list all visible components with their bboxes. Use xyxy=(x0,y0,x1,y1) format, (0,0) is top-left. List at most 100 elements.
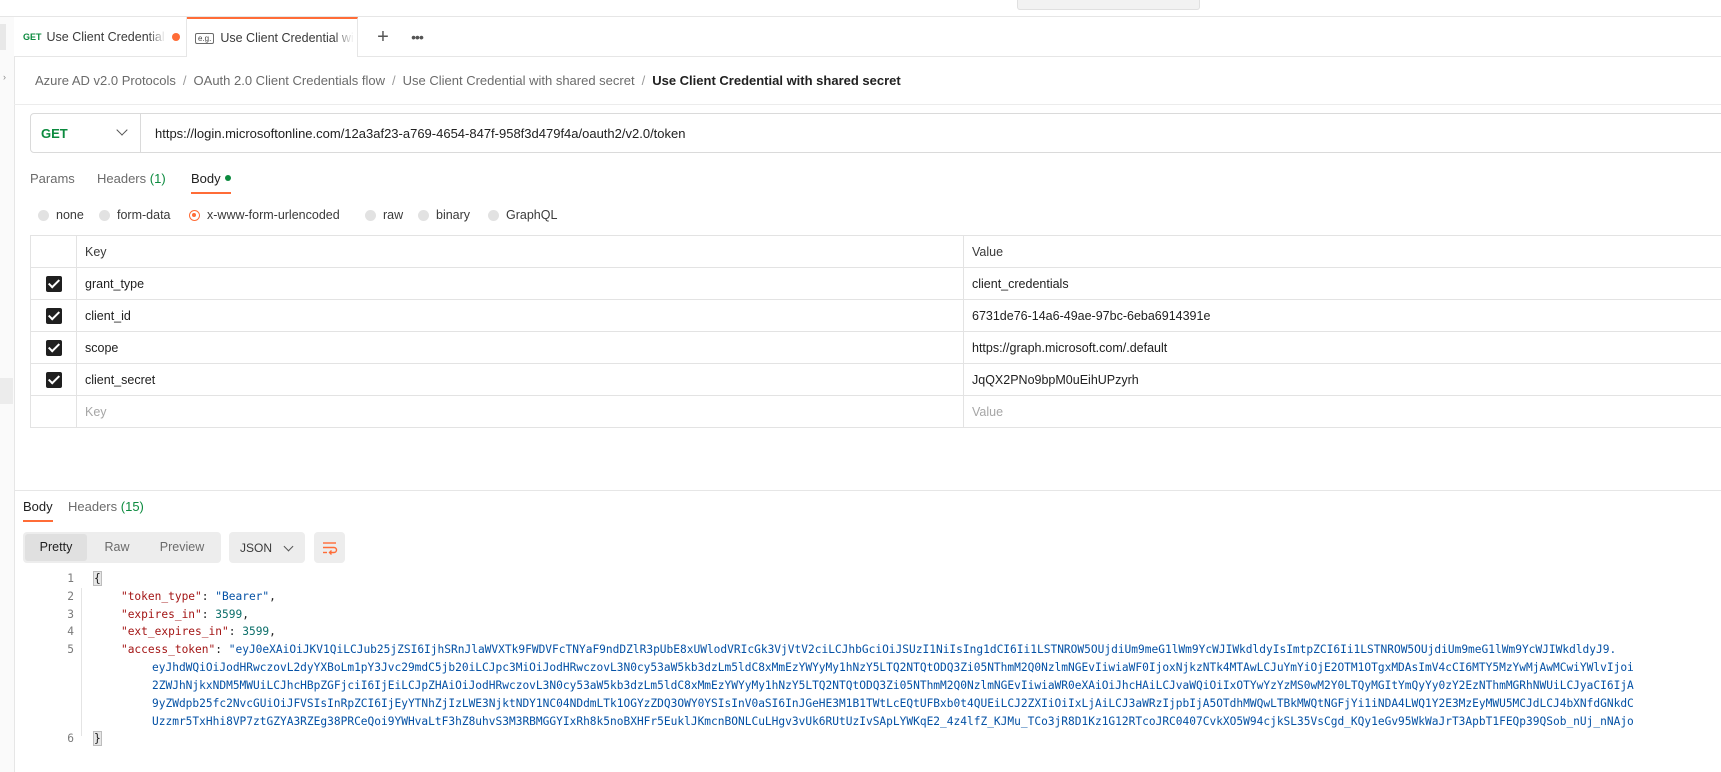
line-number: 1 xyxy=(67,572,74,585)
body-params-table: Key Value grant_type client_credentials … xyxy=(30,235,1721,428)
radio-label: form-data xyxy=(117,208,171,222)
param-key[interactable]: scope xyxy=(76,331,964,364)
breadcrumb-separator: / xyxy=(641,73,646,88)
global-search-box[interactable] xyxy=(1017,0,1200,10)
checkbox[interactable] xyxy=(45,307,62,324)
tab-headers-label: Headers xyxy=(97,171,147,186)
radio-selected-icon xyxy=(189,209,200,221)
tab-params[interactable]: Params xyxy=(30,171,75,186)
row-checkbox-cell xyxy=(30,395,77,428)
table-header-value: Value xyxy=(963,235,1721,268)
param-key[interactable]: client_secret xyxy=(76,363,964,396)
param-value[interactable]: JqQX2PNo9bpM0uEihUPzyrh xyxy=(963,363,1721,396)
format-preview-button[interactable]: Preview xyxy=(148,532,216,563)
radio-icon xyxy=(488,209,499,221)
code-line: "expires_in": 3599, xyxy=(120,608,249,621)
radio-raw[interactable]: raw xyxy=(365,208,403,222)
json-string: "Bearer" xyxy=(215,590,270,603)
line-number: 6 xyxy=(67,732,74,745)
breadcrumb-item-collection[interactable]: Azure AD v2.0 Protocols xyxy=(35,73,176,88)
code-line: "access_token": "eyJ0eXAiOiJKV1QiLCJub25… xyxy=(120,643,1617,656)
table-row: client_id 6731de76-14a6-49ae-97bc-6eba69… xyxy=(30,299,1721,332)
tab-request-example[interactable]: e.g. Use Client Credential with shared s… xyxy=(187,17,358,57)
tab-headers[interactable]: Headers (1) xyxy=(97,171,166,186)
param-value[interactable]: client_credentials xyxy=(963,267,1721,300)
new-value-input[interactable]: Value xyxy=(963,395,1721,428)
tab-response-headers-count: (15) xyxy=(120,499,144,514)
new-tab-button[interactable]: + xyxy=(370,24,396,50)
radio-label: raw xyxy=(383,208,404,222)
code-line: { xyxy=(93,571,102,586)
sidebar-collapsed-tab[interactable] xyxy=(0,24,6,50)
top-bar xyxy=(0,0,1721,17)
param-key[interactable]: grant_type xyxy=(76,267,964,300)
tab-body-label: Body xyxy=(191,171,221,186)
checkbox[interactable] xyxy=(45,275,62,292)
json-string-wrapped: eyJhdWQiOiJodHRwczovL2dyYXBoLm1pY3Jvc29m… xyxy=(152,661,1634,674)
new-key-input[interactable]: Key xyxy=(76,395,964,428)
row-checkbox-cell xyxy=(30,331,77,364)
more-tabs-icon[interactable]: ••• xyxy=(404,24,430,50)
wrap-lines-button[interactable] xyxy=(314,532,345,563)
url-input[interactable]: https://login.microsoftonline.com/12a3af… xyxy=(155,126,685,141)
code-line: "token_type": "Bearer", xyxy=(120,590,276,603)
radio-icon xyxy=(99,209,110,221)
format-raw-button[interactable]: Raw xyxy=(94,532,140,563)
json-number: 3599 xyxy=(242,625,270,638)
language-select[interactable]: JSON xyxy=(229,532,305,563)
radio-form-data[interactable]: form-data xyxy=(99,208,171,222)
unsaved-changes-icon xyxy=(171,32,180,41)
radio-x-www-form-urlencoded[interactable]: x-www-form-urlencoded xyxy=(189,208,340,222)
checkbox[interactable] xyxy=(45,371,62,388)
line-number: 2 xyxy=(67,590,74,603)
tab-params-label: Params xyxy=(30,171,75,186)
body-has-content-icon xyxy=(224,174,231,181)
tab-response-headers-label: Headers xyxy=(68,499,118,514)
sidebar-pin-icon[interactable]: › xyxy=(3,72,6,82)
radio-binary[interactable]: binary xyxy=(418,208,470,222)
tab-label: Use Client Credential with shared secret xyxy=(46,29,166,44)
json-number: 3599 xyxy=(215,608,243,621)
json-string: "eyJ0eXAiOiJKV1QiLCJub25jZSI6IjhSRnJlaWV… xyxy=(228,643,1617,656)
code-line: "ext_expires_in": 3599, xyxy=(120,625,276,638)
tab-response-body[interactable]: Body xyxy=(23,499,53,514)
tab-method-badge: GET xyxy=(23,31,42,42)
table-header-key: Key xyxy=(76,235,964,268)
param-value[interactable]: 6731de76-14a6-49ae-97bc-6eba6914391e xyxy=(963,299,1721,332)
response-body-editor[interactable]: 1 2 3 4 5 6 { "token_type": "Bearer", "e… xyxy=(14,571,1721,772)
table-row: grant_type client_credentials xyxy=(30,267,1721,300)
chevron-down-icon xyxy=(283,541,294,552)
breadcrumb-separator: / xyxy=(182,73,187,88)
sidebar-scroll-marker xyxy=(0,378,13,404)
radio-label: x-www-form-urlencoded xyxy=(207,208,340,222)
line-number: 3 xyxy=(67,608,74,621)
method-select[interactable]: GET xyxy=(30,113,141,153)
table-header-check xyxy=(30,235,77,268)
json-string-wrapped: 2ZWJhNjkxNDM5MWUiLCJhcHBpZGFjciI6IjEiLCJ… xyxy=(152,679,1634,692)
json-string-wrapped: 9yZWdpb25fc2NvcGUiOiJFVSIsInRpZCI6IjEyYT… xyxy=(152,697,1634,710)
breadcrumb-current-example[interactable]: Use Client Credential with shared secret xyxy=(652,73,901,88)
breadcrumb-item-folder[interactable]: OAuth 2.0 Client Credentials flow xyxy=(194,73,385,88)
wrap-lines-icon xyxy=(323,542,338,555)
param-key[interactable]: client_id xyxy=(76,299,964,332)
breadcrumb-item-request[interactable]: Use Client Credential with shared secret xyxy=(403,73,635,88)
table-row: client_secret JqQX2PNo9bpM0uEihUPzyrh xyxy=(30,363,1721,396)
radio-graphql[interactable]: GraphQL xyxy=(488,208,557,222)
radio-label: none xyxy=(56,208,84,222)
tab-request-get[interactable]: GET Use Client Credential with shared se… xyxy=(14,17,187,56)
tab-label: Use Client Credential with shared secret xyxy=(220,31,354,45)
format-pretty-button[interactable]: Pretty xyxy=(25,534,87,561)
checkbox[interactable] xyxy=(45,339,62,356)
radio-label: GraphQL xyxy=(506,208,558,222)
response-divider[interactable] xyxy=(14,490,1721,491)
tab-response-headers[interactable]: Headers (15) xyxy=(68,499,144,514)
header-divider xyxy=(14,104,1721,105)
json-key: "expires_in" xyxy=(120,608,202,621)
radio-none[interactable]: none xyxy=(38,208,84,222)
json-key: "ext_expires_in" xyxy=(120,625,229,638)
param-value[interactable]: https://graph.microsoft.com/.default xyxy=(963,331,1721,364)
example-icon: e.g. xyxy=(195,32,215,44)
tab-body[interactable]: Body xyxy=(191,171,231,186)
tab-headers-count: (1) xyxy=(149,171,166,186)
line-number: 5 xyxy=(67,643,74,656)
